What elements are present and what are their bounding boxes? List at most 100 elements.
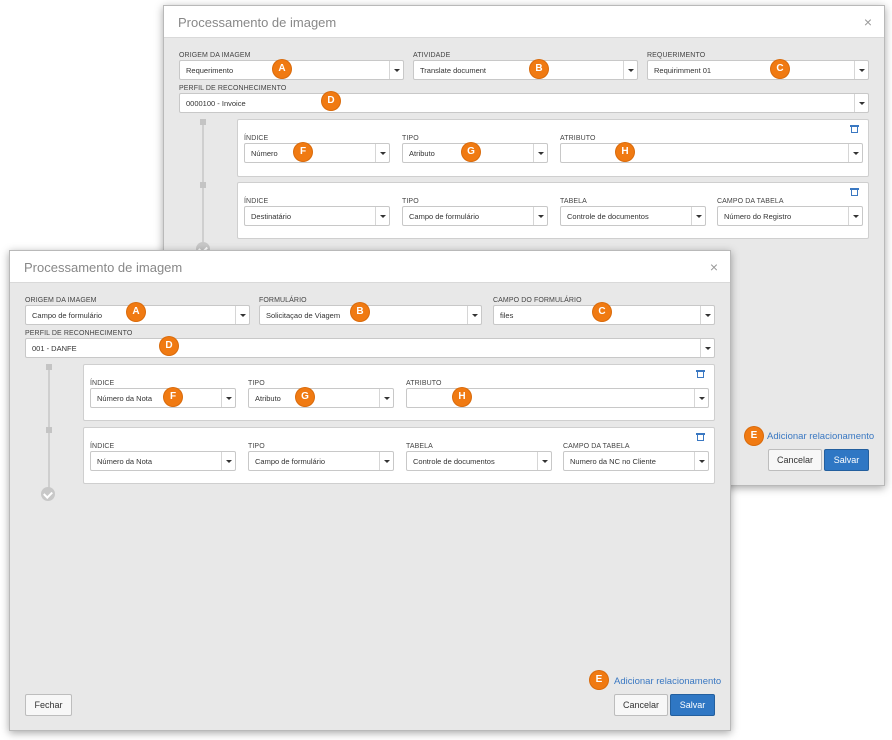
front-dialog: Processamento de imagem × ORIGEM DA IMAG… bbox=[9, 250, 731, 731]
badge-b-back: B bbox=[530, 60, 548, 78]
back-origem-label: ORIGEM DA IMAGEM bbox=[179, 52, 251, 59]
chevron-down-icon bbox=[379, 452, 393, 470]
front-origem-label: ORIGEM DA IMAGEM bbox=[25, 297, 97, 304]
front-add-relation-link[interactable]: Adicionar relacionamento bbox=[614, 676, 721, 687]
front-rail-step bbox=[46, 427, 52, 433]
back-cancel-button[interactable]: Cancelar bbox=[768, 449, 822, 471]
front-rail-step bbox=[46, 364, 52, 370]
back-rail-step bbox=[200, 182, 206, 188]
front-card2-indice-label: ÍNDICE bbox=[90, 443, 115, 450]
badge-h-front: H bbox=[453, 388, 471, 406]
back-perfil-value: 0000100 - Invoice bbox=[186, 99, 246, 108]
front-card2-indice-value: Número da Nota bbox=[97, 457, 153, 466]
badge-a-back: A bbox=[273, 60, 291, 78]
back-card1-tipo-label: TIPO bbox=[402, 135, 419, 142]
chevron-down-icon bbox=[691, 207, 705, 225]
back-save-button[interactable]: Salvar bbox=[824, 449, 869, 471]
front-close-icon[interactable]: × bbox=[710, 259, 718, 275]
front-card1-atributo-label: ATRIBUTO bbox=[406, 380, 442, 387]
back-add-relation-link[interactable]: Adicionar relacionamento bbox=[767, 431, 874, 442]
front-card2-campo-value: Numero da NC no Cliente bbox=[570, 457, 656, 466]
badge-g-back: G bbox=[462, 143, 480, 161]
front-card1-indice-label: ÍNDICE bbox=[90, 380, 115, 387]
back-card2-tabela-label: TABELA bbox=[560, 198, 587, 205]
chevron-down-icon bbox=[389, 61, 403, 79]
back-card2-tipo-select[interactable]: Campo de formulário bbox=[402, 206, 548, 226]
front-card2-tabela-select[interactable]: Controle de documentos bbox=[406, 451, 552, 471]
front-card1-atributo-select[interactable] bbox=[406, 388, 709, 408]
back-dialog-header: Processamento de imagem × bbox=[164, 6, 884, 38]
back-atividade-value: Translate document bbox=[420, 66, 487, 75]
front-card1-indice-value: Número da Nota bbox=[97, 394, 153, 403]
back-card2-campo-label: CAMPO DA TABELA bbox=[717, 198, 784, 205]
front-campo-form-label: CAMPO DO FORMULÁRIO bbox=[493, 297, 582, 304]
front-dialog-header: Processamento de imagem × bbox=[10, 251, 730, 283]
front-cancel-button[interactable]: Cancelar bbox=[614, 694, 668, 716]
back-card1-indice-select[interactable]: Número bbox=[244, 143, 390, 163]
back-origem-select[interactable]: Requerimento bbox=[179, 60, 404, 80]
badge-a-front: A bbox=[127, 303, 145, 321]
front-card2-tipo-value: Campo de formulário bbox=[255, 457, 326, 466]
back-requerimento-select[interactable]: Requirimment 01 bbox=[647, 60, 869, 80]
trash-icon[interactable] bbox=[850, 125, 859, 133]
front-card2-campo-label: CAMPO DA TABELA bbox=[563, 443, 630, 450]
front-card2-tipo-label: TIPO bbox=[248, 443, 265, 450]
front-card2-indice-select[interactable]: Número da Nota bbox=[90, 451, 236, 471]
badge-f-back: F bbox=[294, 143, 312, 161]
back-card2-tipo-value: Campo de formulário bbox=[409, 212, 480, 221]
back-card2-campo-select[interactable]: Número do Registro bbox=[717, 206, 863, 226]
front-card2-tipo-select[interactable]: Campo de formulário bbox=[248, 451, 394, 471]
front-perfil-label: PERFIL DE RECONHECIMENTO bbox=[25, 330, 133, 337]
back-relation-card-1: ÍNDICE Número TIPO Atributo ATRIBUTO F G… bbox=[237, 119, 869, 177]
chevron-down-icon bbox=[854, 61, 868, 79]
back-atividade-select[interactable]: Translate document bbox=[413, 60, 638, 80]
back-card2-tipo-label: TIPO bbox=[402, 198, 419, 205]
back-close-icon[interactable]: × bbox=[864, 14, 872, 30]
front-origem-value: Campo de formulário bbox=[32, 311, 103, 320]
back-card2-indice-select[interactable]: Destinatário bbox=[244, 206, 390, 226]
front-perfil-select[interactable]: 001 - DANFE bbox=[25, 338, 715, 358]
back-atividade-label: ATIVIDADE bbox=[413, 52, 451, 59]
trash-icon[interactable] bbox=[850, 188, 859, 196]
back-card1-atributo-select[interactable] bbox=[560, 143, 863, 163]
front-dialog-title: Processamento de imagem bbox=[24, 260, 183, 275]
front-campo-form-value: files bbox=[500, 311, 514, 320]
badge-c-back: C bbox=[771, 60, 789, 78]
back-origem-value: Requerimento bbox=[186, 66, 234, 75]
chevron-down-icon bbox=[623, 61, 637, 79]
chevron-down-icon bbox=[537, 452, 551, 470]
back-card2-tabela-select[interactable]: Controle de documentos bbox=[560, 206, 706, 226]
back-rail-step bbox=[200, 119, 206, 125]
front-save-button[interactable]: Salvar bbox=[670, 694, 715, 716]
back-card2-indice-value: Destinatário bbox=[251, 212, 292, 221]
badge-e-front: E bbox=[590, 671, 608, 689]
chevron-down-icon bbox=[854, 94, 868, 112]
front-formulario-select[interactable]: Solicitaçao de Viagem bbox=[259, 305, 482, 325]
badge-h-back: H bbox=[616, 143, 634, 161]
back-requerimento-label: REQUERIMENTO bbox=[647, 52, 706, 59]
back-card1-indice-label: ÍNDICE bbox=[244, 135, 269, 142]
back-perfil-select[interactable]: 0000100 - Invoice bbox=[179, 93, 869, 113]
front-card2-tabela-label: TABELA bbox=[406, 443, 433, 450]
front-card2-campo-select[interactable]: Numero da NC no Cliente bbox=[563, 451, 709, 471]
front-formulario-label: FORMULÁRIO bbox=[259, 297, 307, 304]
badge-f-front: F bbox=[164, 388, 182, 406]
back-dialog-title: Processamento de imagem bbox=[178, 15, 337, 30]
chevron-down-icon bbox=[375, 144, 389, 162]
chevron-down-icon bbox=[221, 452, 235, 470]
front-card1-indice-select[interactable]: Número da Nota bbox=[90, 388, 236, 408]
front-card1-tipo-select[interactable]: Atributo bbox=[248, 388, 394, 408]
front-card1-tipo-label: TIPO bbox=[248, 380, 265, 387]
back-card2-campo-value: Número do Registro bbox=[724, 212, 792, 221]
back-card2-tabela-value: Controle de documentos bbox=[567, 212, 649, 221]
badge-d-front: D bbox=[160, 337, 178, 355]
back-requerimento-value: Requirimment 01 bbox=[654, 66, 712, 75]
front-perfil-value: 001 - DANFE bbox=[32, 344, 77, 353]
front-close-button[interactable]: Fechar bbox=[25, 694, 72, 716]
chevron-down-icon bbox=[467, 306, 481, 324]
front-relation-card-2: ÍNDICE Número da Nota TIPO Campo de form… bbox=[83, 427, 715, 484]
chevron-down-icon bbox=[375, 207, 389, 225]
chevron-down-icon bbox=[700, 306, 714, 324]
trash-icon[interactable] bbox=[696, 433, 705, 441]
trash-icon[interactable] bbox=[696, 370, 705, 378]
